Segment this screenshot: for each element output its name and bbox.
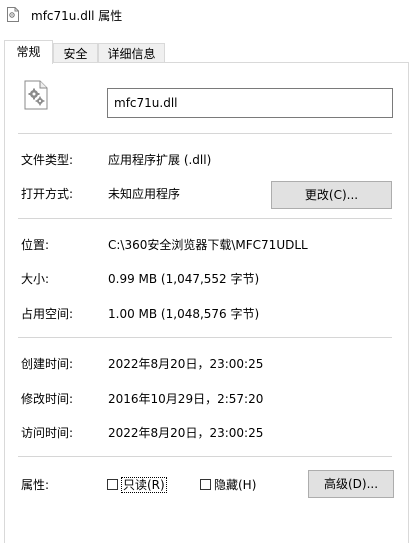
tab-strip: 常规 安全 详细信息: [0, 40, 413, 64]
created-value: 2022年8月20日，23:00:25: [108, 357, 264, 371]
advanced-button[interactable]: 高级(D)...: [308, 470, 394, 498]
size-on-disk-value: 1.00 MB (1,048,576 字节): [108, 307, 260, 321]
location-value: C:\360安全浏览器下载\MFC71UDLL: [108, 238, 308, 252]
dll-file-gear-icon: [24, 80, 48, 110]
checkbox-box[interactable]: [107, 479, 118, 490]
attributes-label: 属性:: [21, 478, 50, 492]
file-name-field[interactable]: [107, 88, 393, 118]
size-value: 0.99 MB (1,047,552 字节): [108, 272, 260, 286]
opens-with-label: 打开方式:: [21, 187, 74, 201]
file-type-value: 应用程序扩展 (.dll): [108, 153, 212, 167]
hidden-checkbox[interactable]: 隐藏(H): [200, 478, 256, 493]
created-label: 创建时间:: [21, 357, 74, 371]
tab-general[interactable]: 常规: [4, 40, 53, 64]
file-gear-icon: [7, 7, 19, 22]
accessed-label: 访问时间:: [21, 426, 74, 440]
modified-value: 2016年10月29日，2:57:20: [108, 392, 264, 406]
accessed-value: 2022年8月20日，23:00:25: [108, 426, 264, 440]
tab-security[interactable]: 安全: [53, 43, 98, 63]
window-title: mfc71u.dll 属性: [31, 9, 123, 23]
size-on-disk-label: 占用空间:: [21, 307, 74, 321]
separator: [18, 218, 392, 219]
hidden-checkbox-label: 隐藏(H): [214, 478, 257, 492]
readonly-checkbox-label: 只读(R): [121, 477, 167, 493]
checkbox-box[interactable]: [200, 479, 211, 490]
tab-details[interactable]: 详细信息: [98, 43, 165, 63]
separator: [18, 133, 392, 134]
readonly-checkbox[interactable]: 只读(R): [107, 477, 167, 493]
separator: [18, 456, 392, 457]
opens-with-value: 未知应用程序: [108, 187, 181, 201]
change-button[interactable]: 更改(C)...: [271, 181, 392, 209]
title-bar: mfc71u.dll 属性: [0, 0, 413, 30]
modified-label: 修改时间:: [21, 392, 74, 406]
location-label: 位置:: [21, 238, 50, 252]
file-type-label: 文件类型:: [21, 153, 74, 167]
separator: [18, 337, 392, 338]
size-label: 大小:: [21, 272, 50, 286]
